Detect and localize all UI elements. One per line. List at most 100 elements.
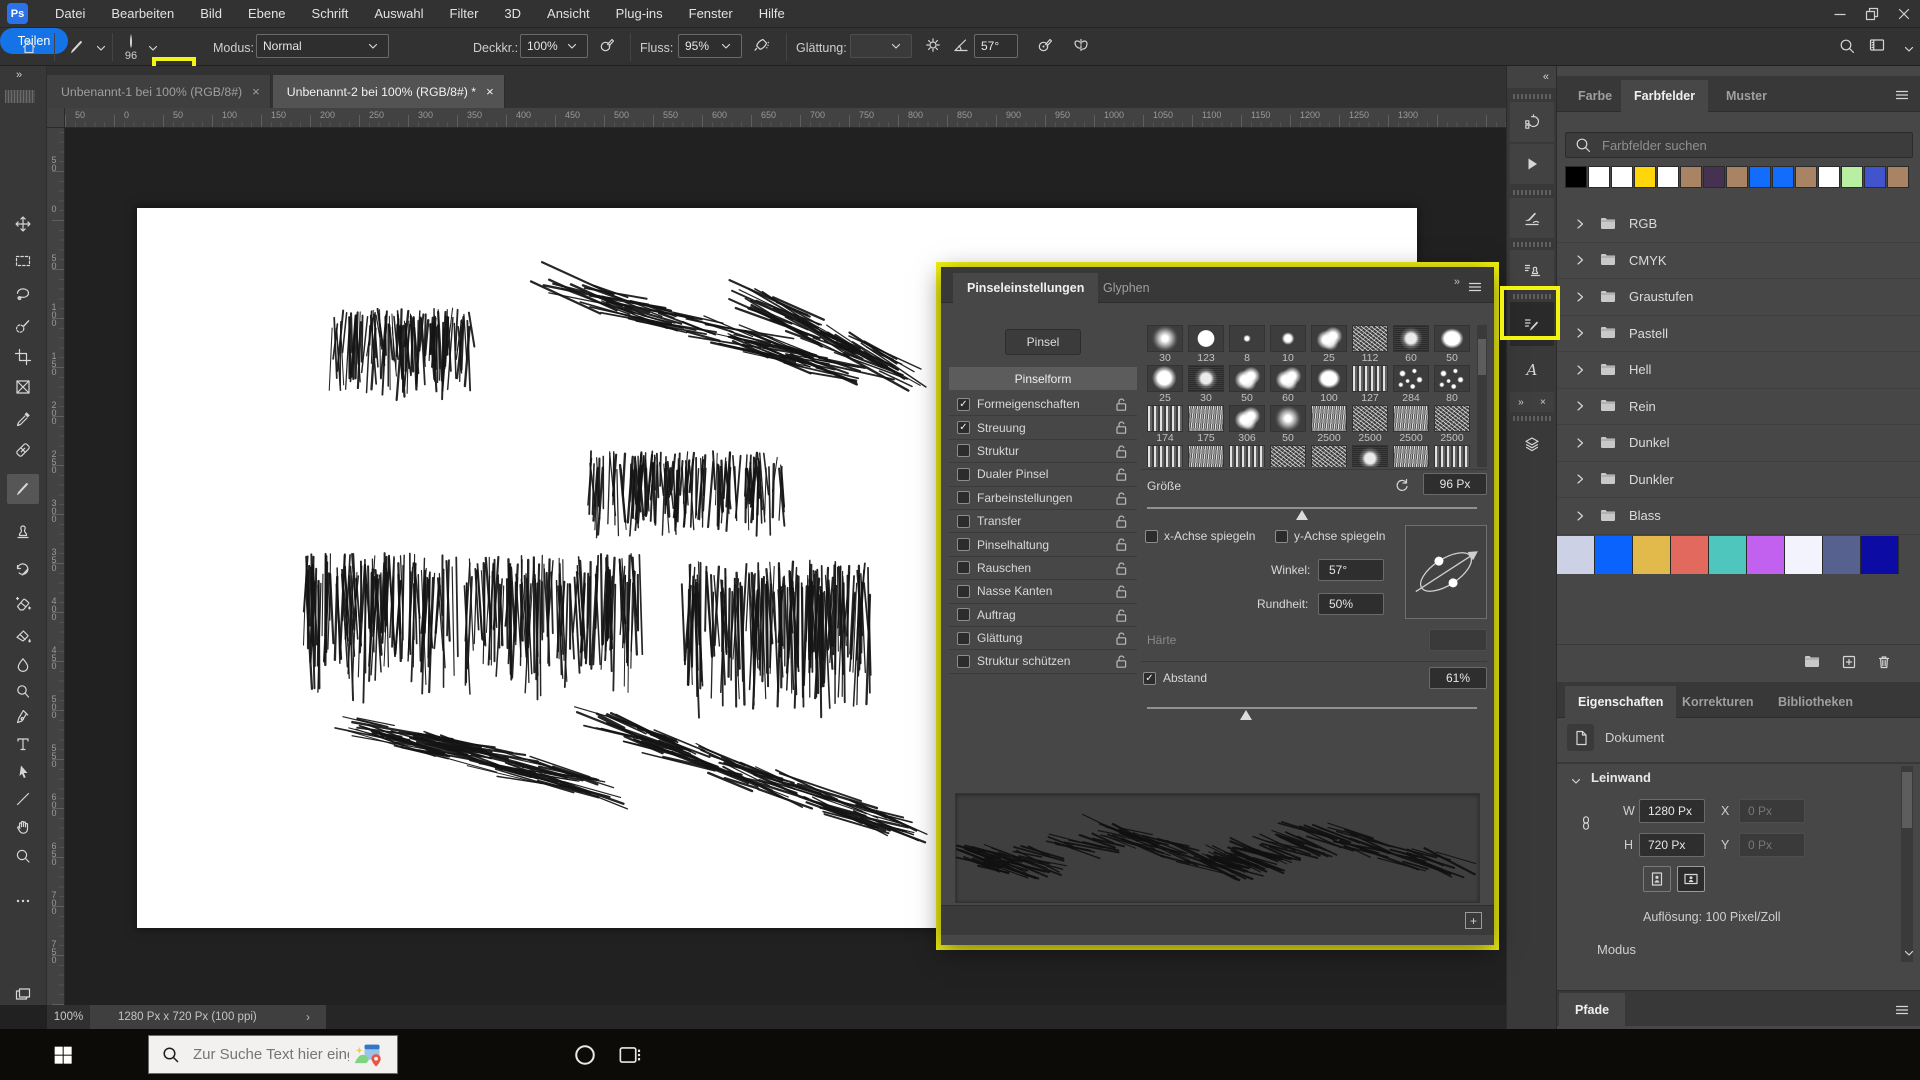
brush-preset[interactable]: 175 — [1188, 405, 1224, 445]
groesse-slider-thumb[interactable] — [1296, 510, 1308, 520]
tab-farbe[interactable]: Farbe — [1565, 80, 1625, 112]
menu-bild[interactable]: Bild — [187, 0, 235, 28]
checkbox[interactable] — [957, 421, 970, 434]
swatch-group-dunkler[interactable]: Dunkler — [1557, 462, 1920, 499]
abstand-slider[interactable] — [1147, 707, 1477, 709]
panel-menu-icon[interactable] — [1893, 1001, 1911, 1019]
color-swatch[interactable] — [1588, 166, 1610, 188]
checkbox[interactable] — [957, 608, 970, 621]
status-chevron[interactable]: › — [290, 1005, 326, 1029]
brush-preset[interactable]: 100 — [1311, 365, 1347, 405]
checkbox[interactable] — [957, 561, 970, 574]
zoom-tool[interactable] — [7, 841, 39, 871]
cortana-button[interactable] — [572, 1042, 598, 1068]
swatch-group-rgb[interactable]: RGB — [1557, 206, 1920, 243]
chevron-right-icon[interactable] — [1571, 215, 1589, 233]
abstand-checkbox[interactable] — [1143, 672, 1156, 685]
restore-button[interactable] — [1856, 0, 1888, 28]
checkbox[interactable] — [957, 398, 970, 411]
clone-stamp-tool[interactable] — [7, 517, 39, 547]
blend-mode-select[interactable]: Normal — [256, 34, 389, 58]
brush-option-auftrag[interactable]: Auftrag — [949, 604, 1137, 627]
chevron-down-icon[interactable] — [144, 39, 162, 57]
gear-icon[interactable] — [924, 36, 942, 54]
menu-datei[interactable]: Datei — [42, 0, 98, 28]
brush-option-nasse-kanten[interactable]: Nasse Kanten — [949, 580, 1137, 603]
screen-mode-button[interactable] — [7, 980, 39, 1010]
chevron-down-icon[interactable] — [1900, 40, 1918, 58]
color-swatch[interactable] — [1633, 536, 1671, 574]
brush-option-rauschen[interactable]: Rauschen — [949, 557, 1137, 580]
brush-tool[interactable] — [7, 474, 39, 504]
brush-grid-scrollbar[interactable] — [1477, 325, 1487, 467]
abstand-field[interactable]: 61% — [1429, 667, 1487, 689]
menu-auswahl[interactable]: Auswahl — [361, 0, 436, 28]
checkbox[interactable] — [957, 655, 970, 668]
tab-eigenschaften[interactable]: Eigenschaften — [1565, 686, 1676, 718]
color-swatch[interactable] — [1785, 536, 1823, 574]
checkbox[interactable] — [957, 468, 970, 481]
brush-preset[interactable]: 50 — [1434, 325, 1470, 365]
swatch-search-input[interactable] — [1600, 137, 1890, 154]
brush-option-formeigenschaften[interactable]: Formeigenschaften — [949, 393, 1137, 416]
chevron-right-icon[interactable] — [1571, 324, 1589, 342]
brush-preset[interactable] — [1352, 445, 1388, 467]
swatch-group-cmyk[interactable]: CMYK — [1557, 243, 1920, 280]
clone-source-panel-button[interactable] — [1510, 250, 1554, 290]
drag-grip[interactable] — [1513, 94, 1551, 99]
brush-option-struktur[interactable]: Struktur — [949, 440, 1137, 463]
flip-x-row[interactable]: x-Achse spiegeln — [1145, 529, 1255, 543]
type-tool[interactable] — [7, 729, 39, 759]
properties-scrollbar[interactable] — [1901, 766, 1913, 962]
pinselform-item[interactable]: Pinselform — [949, 367, 1137, 390]
new-swatch-icon[interactable] — [1840, 653, 1858, 671]
color-swatch[interactable] — [1671, 536, 1709, 574]
start-button[interactable] — [50, 1042, 76, 1068]
lock-open-icon[interactable] — [1113, 443, 1131, 461]
brush-preset[interactable]: 10 — [1270, 325, 1306, 365]
lock-open-icon[interactable] — [1113, 419, 1131, 437]
brush-preset[interactable]: 2500 — [1393, 405, 1429, 445]
color-swatch[interactable] — [1861, 536, 1899, 574]
minimize-button[interactable] — [1824, 0, 1856, 28]
angle-roundness-widget[interactable] — [1405, 525, 1487, 619]
tab-muster[interactable]: Muster — [1713, 80, 1780, 112]
groesse-field[interactable]: 96 Px — [1423, 473, 1487, 495]
expand-chevron-icon[interactable]: » — [1518, 397, 1524, 408]
color-swatch[interactable] — [1726, 166, 1748, 188]
lock-open-icon[interactable] — [1113, 630, 1131, 648]
history-brush-tool[interactable] — [7, 554, 39, 584]
tab-glyphen[interactable]: Glyphen — [1089, 273, 1164, 303]
brush-preset[interactable] — [1229, 445, 1265, 467]
panel-collapse-icon[interactable]: » — [1454, 276, 1460, 288]
new-group-folder-icon[interactable] — [1803, 653, 1821, 671]
line-tool[interactable] — [7, 784, 39, 814]
groesse-slider[interactable] — [1147, 507, 1477, 509]
drag-grip[interactable] — [1513, 242, 1551, 247]
document-tab-2[interactable]: Unbenannt-2 bei 100% (RGB/8#) *× — [273, 75, 505, 108]
close-button[interactable] — [1888, 0, 1920, 28]
abstand-row[interactable]: Abstand — [1143, 671, 1207, 685]
glyphs-panel-button[interactable]: A — [1510, 350, 1554, 390]
abstand-slider-thumb[interactable] — [1240, 710, 1252, 720]
chevron-down-icon[interactable] — [92, 39, 110, 57]
menu-hilfe[interactable]: Hilfe — [746, 0, 798, 28]
menu-bearbeiten[interactable]: Bearbeiten — [98, 0, 187, 28]
brush-preset[interactable] — [1270, 445, 1306, 467]
taskbar-search-input[interactable] — [191, 1045, 351, 1064]
brush-preset[interactable]: 25 — [1311, 325, 1347, 365]
brush-preset[interactable]: 60 — [1270, 365, 1306, 405]
color-swatch[interactable] — [1772, 166, 1794, 188]
brush-preset[interactable]: 50 — [1229, 365, 1265, 405]
chevron-right-icon[interactable] — [1571, 251, 1589, 269]
color-swatch[interactable] — [1680, 166, 1702, 188]
brush-option-struktur-sch-tzen[interactable]: Struktur schützen — [949, 650, 1137, 673]
brush-preset[interactable]: 174 — [1147, 405, 1183, 445]
color-swatch[interactable] — [1749, 166, 1771, 188]
reset-icon[interactable] — [1393, 476, 1411, 494]
airbrush-icon[interactable] — [752, 36, 770, 54]
swatch-group-dunkel[interactable]: Dunkel — [1557, 425, 1920, 462]
checkbox[interactable] — [957, 491, 970, 504]
rotate-view-tool[interactable] — [7, 812, 39, 842]
color-swatch[interactable] — [1887, 166, 1909, 188]
